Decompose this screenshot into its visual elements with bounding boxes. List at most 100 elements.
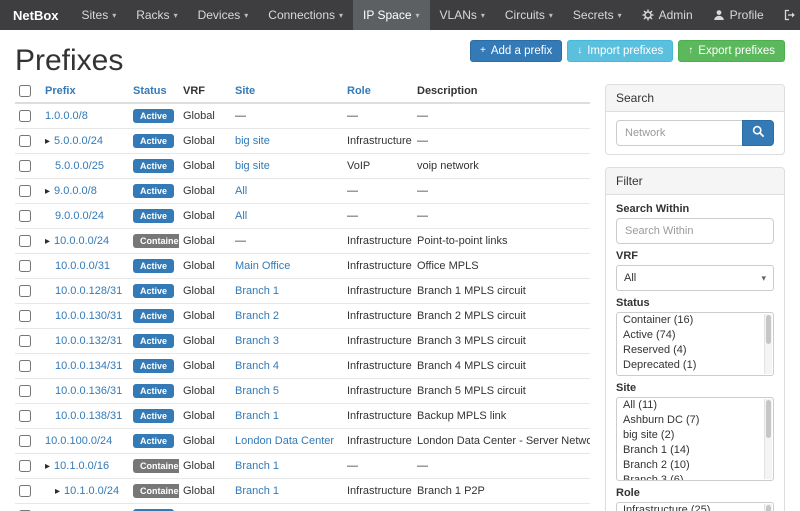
vrf-select[interactable]: All ▾ <box>616 265 774 291</box>
prefix-link[interactable]: 10.1.0.0/16 <box>54 460 109 472</box>
row-checkbox[interactable] <box>19 235 31 247</box>
prefix-link[interactable]: 10.0.0.132/31 <box>55 335 122 347</box>
site-link[interactable]: big site <box>235 160 270 172</box>
prefix-cell: ▸ 10.0.0.0/24 <box>41 229 129 254</box>
nav-item-circuits[interactable]: Circuits▾ <box>495 0 563 30</box>
prefix-link[interactable]: 10.0.0.128/31 <box>55 285 122 297</box>
scrollbar-thumb[interactable] <box>766 400 771 438</box>
row-checkbox[interactable] <box>19 110 31 122</box>
site-link[interactable]: Branch 5 <box>235 385 279 397</box>
scrollbar[interactable] <box>764 504 772 511</box>
listbox-option[interactable]: Branch 2 (10) <box>617 458 773 473</box>
nav-item-devices[interactable]: Devices▾ <box>188 0 259 30</box>
listbox-option[interactable]: Infrastructure (25) <box>617 503 773 511</box>
prefix-link[interactable]: 9.0.0.0/8 <box>54 185 97 197</box>
row-checkbox[interactable] <box>19 385 31 397</box>
prefix-link[interactable]: 10.0.0.130/31 <box>55 310 122 322</box>
row-checkbox[interactable] <box>19 410 31 422</box>
admin-menu[interactable]: Admin <box>632 0 703 30</box>
nav-item-vlans[interactable]: VLANs▾ <box>430 0 495 30</box>
sort-role-link[interactable]: Role <box>347 85 371 97</box>
site-link[interactable]: Branch 1 <box>235 485 279 497</box>
role-listbox[interactable]: Infrastructure (25)Management (8)Private… <box>616 502 774 511</box>
listbox-option[interactable]: Branch 3 (6) <box>617 473 773 481</box>
site-link[interactable]: All <box>235 185 247 197</box>
prefix-link[interactable]: 5.0.0.0/24 <box>54 135 103 147</box>
site-link[interactable]: London Data Center <box>235 435 334 447</box>
prefix-link[interactable]: 10.0.0.0/31 <box>55 260 110 272</box>
listbox-option[interactable]: Active (74) <box>617 328 773 343</box>
nav-item-connections[interactable]: Connections▾ <box>258 0 353 30</box>
site-link[interactable]: Branch 1 <box>235 460 279 472</box>
row-checkbox[interactable] <box>19 460 31 472</box>
row-checkbox[interactable] <box>19 160 31 172</box>
export-prefixes-button[interactable]: ↑ Export prefixes <box>678 40 785 62</box>
row-checkbox[interactable] <box>19 135 31 147</box>
row-checkbox[interactable] <box>19 435 31 447</box>
site-link[interactable]: Branch 2 <box>235 310 279 322</box>
row-checkbox[interactable] <box>19 285 31 297</box>
expand-arrow-icon[interactable]: ▸ <box>55 486 60 497</box>
description-cell: Backup MPLS link <box>413 404 590 429</box>
nav-item-secrets[interactable]: Secrets▾ <box>563 0 632 30</box>
profile-menu[interactable]: Profile <box>703 0 774 30</box>
prefix-link[interactable]: 10.0.0.134/31 <box>55 360 122 372</box>
status-listbox[interactable]: Container (16)Active (74)Reserved (4)Dep… <box>616 312 774 376</box>
site-listbox[interactable]: All (11)Ashburn DC (7)big site (2)Branch… <box>616 397 774 481</box>
nav-item-ip-space[interactable]: IP Space▾ <box>353 0 430 30</box>
nav-item-racks[interactable]: Racks▾ <box>126 0 187 30</box>
expand-arrow-icon[interactable]: ▸ <box>45 136 50 147</box>
row-checkbox[interactable] <box>19 260 31 272</box>
listbox-option[interactable]: Reserved (4) <box>617 343 773 358</box>
select-all-checkbox[interactable] <box>19 85 31 97</box>
listbox-option[interactable]: Container (16) <box>617 313 773 328</box>
site-link[interactable]: big site <box>235 135 270 147</box>
site-cell: Branch 2 <box>231 304 343 329</box>
row-checkbox[interactable] <box>19 485 31 497</box>
nav-item-sites[interactable]: Sites▾ <box>72 0 127 30</box>
site-link[interactable]: Main Office <box>235 260 290 272</box>
brand-logo[interactable]: NetBox <box>0 0 72 30</box>
import-prefixes-button[interactable]: ↓ Import prefixes <box>567 40 673 62</box>
prefix-link[interactable]: 5.0.0.0/25 <box>55 160 104 172</box>
row-checkbox[interactable] <box>19 210 31 222</box>
prefix-link[interactable]: 9.0.0.0/24 <box>55 210 104 222</box>
expand-arrow-icon[interactable]: ▸ <box>45 461 50 472</box>
expand-arrow-icon[interactable]: ▸ <box>45 186 50 197</box>
row-checkbox[interactable] <box>19 310 31 322</box>
search-input[interactable] <box>616 120 743 146</box>
prefix-link[interactable]: 10.0.0.138/31 <box>55 410 122 422</box>
sort-site-link[interactable]: Site <box>235 85 255 97</box>
row-checkbox[interactable] <box>19 185 31 197</box>
scrollbar[interactable] <box>764 399 772 479</box>
row-checkbox[interactable] <box>19 360 31 372</box>
chevron-down-icon: ▾ <box>174 11 178 20</box>
prefix-link[interactable]: 1.0.0.0/8 <box>45 110 88 122</box>
site-link[interactable]: Branch 1 <box>235 285 279 297</box>
prefix-link[interactable]: 10.0.100.0/24 <box>45 435 112 447</box>
site-link[interactable]: Branch 1 <box>235 410 279 422</box>
filter-panel-title: Filter <box>606 168 784 195</box>
site-link[interactable]: All <box>235 210 247 222</box>
listbox-option[interactable]: big site (2) <box>617 428 773 443</box>
scrollbar-thumb[interactable] <box>766 505 771 511</box>
expand-arrow-icon[interactable]: ▸ <box>45 236 50 247</box>
listbox-option[interactable]: Branch 1 (14) <box>617 443 773 458</box>
prefix-link[interactable]: 10.0.0.136/31 <box>55 385 122 397</box>
listbox-option[interactable]: Deprecated (1) <box>617 358 773 373</box>
row-checkbox[interactable] <box>19 335 31 347</box>
search-within-input[interactable] <box>616 218 774 244</box>
prefix-link[interactable]: 10.1.0.0/24 <box>64 485 119 497</box>
logout-button[interactable]: Log out <box>774 0 800 30</box>
site-link[interactable]: Branch 3 <box>235 335 279 347</box>
scrollbar[interactable] <box>764 314 772 374</box>
sort-prefix-link[interactable]: Prefix <box>45 85 76 97</box>
search-button[interactable] <box>742 120 774 146</box>
scrollbar-thumb[interactable] <box>766 315 771 344</box>
listbox-option[interactable]: Ashburn DC (7) <box>617 413 773 428</box>
prefix-link[interactable]: 10.0.0.0/24 <box>54 235 109 247</box>
listbox-option[interactable]: All (11) <box>617 398 773 413</box>
add-prefix-button[interactable]: + Add a prefix <box>470 40 562 62</box>
site-link[interactable]: Branch 4 <box>235 360 279 372</box>
sort-status-link[interactable]: Status <box>133 85 167 97</box>
